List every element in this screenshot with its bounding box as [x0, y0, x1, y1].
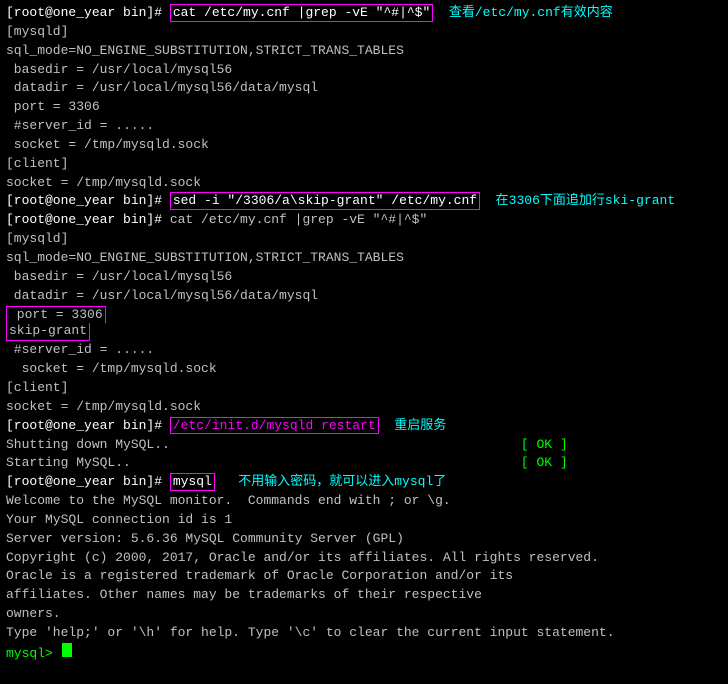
output-text: affiliates. Other names may be trademark…: [6, 586, 482, 605]
output-text: #server_id = .....: [6, 117, 154, 136]
terminal-line: datadir = /usr/local/mysql56/data/mysql: [6, 287, 722, 306]
prompt: [root@one_year bin]#: [6, 211, 170, 230]
terminal-line: datadir = /usr/local/mysql56/data/mysql: [6, 79, 722, 98]
output-text: socket = /tmp/mysqld.sock: [6, 398, 201, 417]
terminal-line: basedir = /usr/local/mysql56: [6, 268, 722, 287]
annotation-note: 查看/etc/my.cnf有效内容: [433, 4, 612, 23]
terminal-line: [root@one_year bin]# cat /etc/my.cnf |gr…: [6, 211, 722, 230]
terminal-line: [root@one_year bin]# sed -i "/3306/a\ski…: [6, 192, 722, 211]
terminal-line: Starting MySQL.. [ OK ]: [6, 454, 722, 473]
terminal-cursor: [62, 643, 72, 657]
port-skip-box-start: port = 3306: [6, 306, 106, 324]
terminal-line: Type 'help;' or '\h' for help. Type '\c'…: [6, 624, 722, 643]
output-text: socket = /tmp/mysqld.sock: [6, 360, 217, 379]
output-text: datadir = /usr/local/mysql56/data/mysql: [6, 79, 318, 98]
terminal-line: skip-grant: [6, 323, 722, 341]
terminal-line: Copyright (c) 2000, 2017, Oracle and/or …: [6, 549, 722, 568]
terminal-line: port = 3306: [6, 306, 722, 324]
terminal-line: Server version: 5.6.36 MySQL Community S…: [6, 530, 722, 549]
output-text: Starting MySQL..: [6, 454, 521, 473]
terminal-line: [root@one_year bin]# /etc/init.d/mysqld …: [6, 417, 722, 436]
output-text: socket = /tmp/mysqld.sock: [6, 136, 209, 155]
output-text: cat /etc/my.cnf |grep -vE "^#|^$": [170, 211, 427, 230]
output-text: Oracle is a registered trademark of Orac…: [6, 567, 513, 586]
output-text: socket = /tmp/mysqld.sock: [6, 174, 201, 193]
terminal-line: [client]: [6, 379, 722, 398]
prompt: [root@one_year bin]#: [6, 417, 170, 436]
output-text: #server_id = .....: [6, 341, 154, 360]
output-text: sql_mode=NO_ENGINE_SUBSTITUTION,STRICT_T…: [6, 249, 404, 268]
command-magenta: /etc/init.d/mysqld restart: [170, 417, 379, 435]
prompt: [root@one_year bin]#: [6, 4, 170, 23]
terminal-line: [root@one_year bin]# mysql 不用输入密码，就可以进入m…: [6, 473, 722, 492]
prompt: [root@one_year bin]#: [6, 192, 170, 211]
terminal-line: port = 3306: [6, 98, 722, 117]
output-text: [mysqld]: [6, 23, 68, 42]
terminal-line: [mysqld]: [6, 23, 722, 42]
annotation-note: 重启服务: [379, 417, 447, 436]
ok-bracket: [: [521, 436, 537, 455]
command-text: mysql: [170, 473, 215, 491]
ok-label: OK: [537, 454, 553, 473]
terminal-line: socket = /tmp/mysqld.sock: [6, 174, 722, 193]
terminal-line: sql_mode=NO_ENGINE_SUBSTITUTION,STRICT_T…: [6, 249, 722, 268]
terminal-line: Shutting down MySQL.. [ OK ]: [6, 436, 722, 455]
output-text: Your MySQL connection id is 1: [6, 511, 232, 530]
terminal-line: Your MySQL connection id is 1: [6, 511, 722, 530]
terminal-line: sql_mode=NO_ENGINE_SUBSTITUTION,STRICT_T…: [6, 42, 722, 61]
terminal-line: socket = /tmp/mysqld.sock: [6, 360, 722, 379]
terminal-window: [root@one_year bin]# cat /etc/my.cnf |gr…: [0, 0, 728, 684]
skip-grant-box: skip-grant: [6, 323, 90, 341]
mysql-prompt: mysql>: [6, 645, 61, 664]
terminal-line: mysql>: [6, 643, 722, 664]
output-text: basedir = /usr/local/mysql56: [6, 61, 232, 80]
output-text: datadir = /usr/local/mysql56/data/mysql: [6, 287, 318, 306]
command-text: sed -i "/3306/a\skip-grant" /etc/my.cnf: [170, 192, 480, 210]
output-text: Copyright (c) 2000, 2017, Oracle and/or …: [6, 549, 599, 568]
ok-label: OK: [537, 436, 553, 455]
output-text: [client]: [6, 379, 68, 398]
terminal-line: socket = /tmp/mysqld.sock: [6, 398, 722, 417]
annotation-note: 不用输入密码，就可以进入mysql了: [215, 473, 446, 492]
terminal-line: [client]: [6, 155, 722, 174]
ok-bracket: ]: [552, 454, 568, 473]
output-text: basedir = /usr/local/mysql56: [6, 268, 232, 287]
terminal-line: #server_id = .....: [6, 341, 722, 360]
ok-bracket: [: [521, 454, 537, 473]
output-text: [client]: [6, 155, 68, 174]
terminal-line: Welcome to the MySQL monitor. Commands e…: [6, 492, 722, 511]
terminal-line: #server_id = .....: [6, 117, 722, 136]
terminal-line: [root@one_year bin]# cat /etc/my.cnf |gr…: [6, 4, 722, 23]
command-text: cat /etc/my.cnf |grep -vE "^#|^$": [170, 4, 433, 22]
terminal-line: owners.: [6, 605, 722, 624]
prompt: [root@one_year bin]#: [6, 473, 170, 492]
terminal-line: socket = /tmp/mysqld.sock: [6, 136, 722, 155]
ok-bracket: ]: [552, 436, 568, 455]
output-text: owners.: [6, 605, 61, 624]
terminal-line: [mysqld]: [6, 230, 722, 249]
output-text: Server version: 5.6.36 MySQL Community S…: [6, 530, 404, 549]
output-text: Welcome to the MySQL monitor. Commands e…: [6, 492, 451, 511]
output-text: [mysqld]: [6, 230, 68, 249]
terminal-line: basedir = /usr/local/mysql56: [6, 61, 722, 80]
output-text: Type 'help;' or '\h' for help. Type '\c'…: [6, 624, 615, 643]
terminal-line: affiliates. Other names may be trademark…: [6, 586, 722, 605]
output-text: Shutting down MySQL..: [6, 436, 521, 455]
output-text: sql_mode=NO_ENGINE_SUBSTITUTION,STRICT_T…: [6, 42, 404, 61]
output-text: port = 3306: [6, 98, 100, 117]
annotation-note: 在3306下面追加行ski-grant: [480, 192, 675, 211]
terminal-line: Oracle is a registered trademark of Orac…: [6, 567, 722, 586]
